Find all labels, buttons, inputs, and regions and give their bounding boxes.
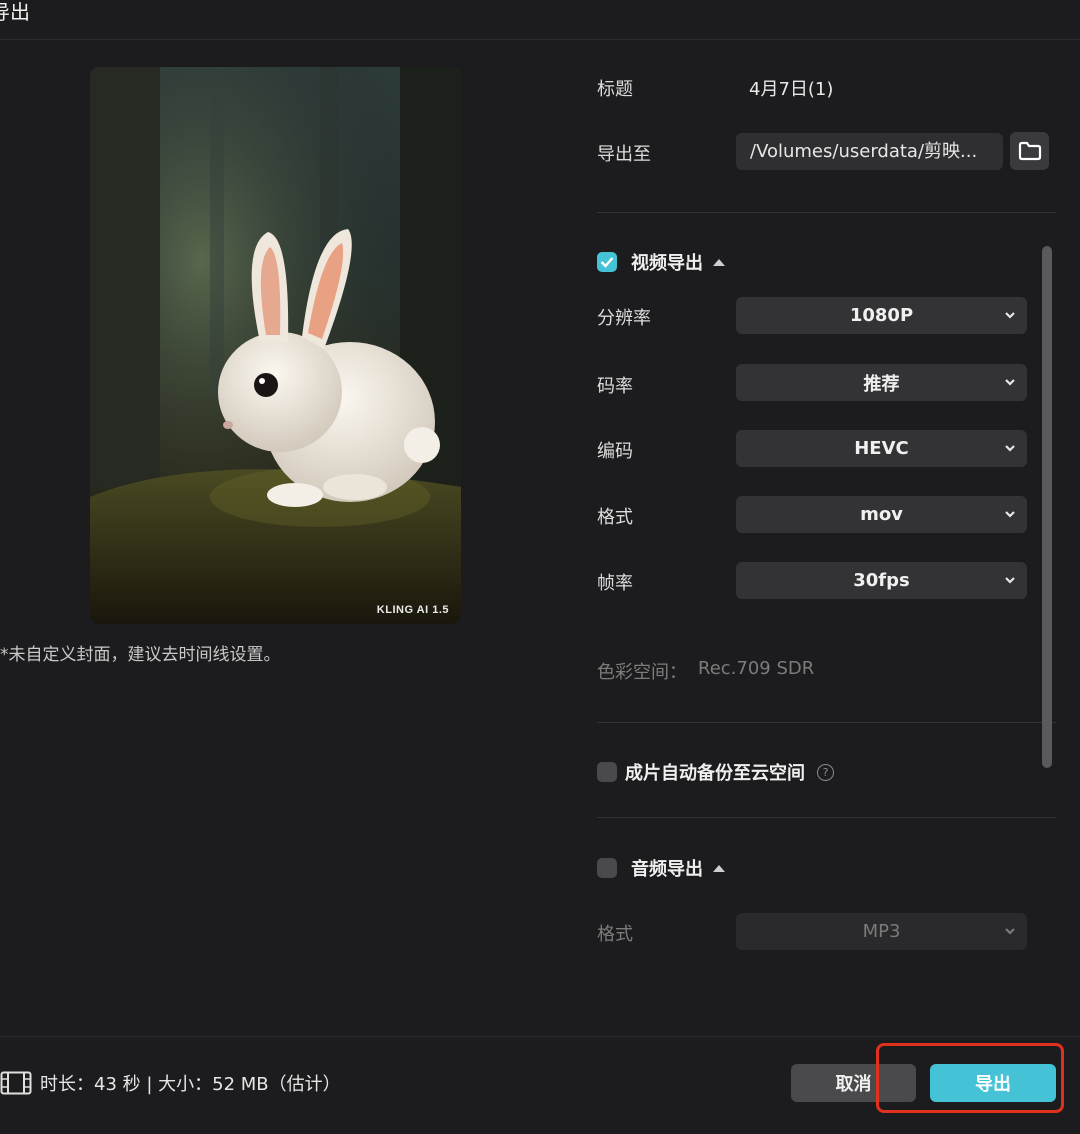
divider	[597, 722, 1056, 723]
audio-export-toggle[interactable]: 音频导出	[597, 855, 725, 881]
export-info: 时长：43 秒 | 大小：52 MB（估计）	[0, 1070, 341, 1096]
video-export-toggle[interactable]: 视频导出	[597, 249, 725, 275]
resolution-select[interactable]: 1080P	[736, 297, 1027, 334]
cloud-backup-toggle[interactable]: 成片自动备份至云空间 ?	[597, 759, 834, 785]
video-export-label: 视频导出	[631, 253, 703, 274]
color-space-value: Rec.709 SDR	[698, 658, 815, 679]
folder-icon	[1018, 141, 1041, 161]
chevron-down-icon	[1005, 928, 1015, 935]
title-bar: 导出	[0, 0, 1080, 40]
cloud-backup-checkbox[interactable]	[597, 762, 617, 782]
audio-export-label: 音频导出	[631, 859, 703, 880]
framerate-label: 帧率	[597, 573, 633, 594]
audio-format-label: 格式	[597, 924, 633, 945]
audio-format-value: MP3	[862, 921, 901, 942]
help-icon[interactable]: ?	[817, 763, 834, 781]
collapse-caret-icon[interactable]	[713, 258, 725, 266]
check-icon	[600, 257, 614, 268]
export-dialog: 导出	[0, 0, 1080, 1134]
film-icon	[0, 1071, 32, 1095]
audio-export-checkbox[interactable]	[597, 858, 617, 878]
video-export-checkbox[interactable]	[597, 252, 617, 272]
collapse-caret-icon[interactable]	[713, 864, 725, 872]
format-select[interactable]: mov	[736, 496, 1027, 533]
chevron-down-icon	[1005, 445, 1015, 452]
bitrate-select[interactable]: 推荐	[736, 364, 1027, 401]
format-value: mov	[860, 504, 903, 525]
cover-note: *未自定义封面，建议去时间线设置。	[0, 645, 281, 665]
bitrate-label: 码率	[597, 376, 633, 397]
codec-select[interactable]: HEVC	[736, 430, 1027, 467]
framerate-select[interactable]: 30fps	[736, 562, 1027, 599]
kling-watermark: KLING AI 1.5	[376, 604, 449, 616]
format-label: 格式	[597, 507, 633, 528]
framerate-value: 30fps	[853, 570, 910, 591]
audio-format-select[interactable]: MP3	[736, 913, 1027, 950]
resolution-value: 1080P	[849, 305, 914, 326]
title-label: 标题	[597, 79, 633, 100]
bitrate-value: 推荐	[863, 373, 900, 395]
title-value[interactable]: 4月7日(1)	[749, 75, 833, 101]
highlight-annotation	[876, 1043, 1064, 1113]
divider	[597, 817, 1056, 818]
video-preview: KLING AI 1.5	[90, 67, 461, 624]
browse-folder-button[interactable]	[1010, 132, 1049, 170]
export-to-label: 导出至	[597, 144, 651, 165]
codec-value: HEVC	[854, 438, 909, 459]
resolution-label: 分辨率	[597, 308, 651, 329]
divider	[597, 212, 1056, 213]
preview-image	[90, 67, 461, 624]
chevron-down-icon	[1005, 312, 1015, 319]
scrollbar[interactable]	[1042, 246, 1052, 768]
export-path-field[interactable]: /Volumes/userdata/剪映...	[736, 133, 1003, 170]
dialog-title: 导出	[0, 0, 30, 24]
chevron-down-icon	[1005, 379, 1015, 386]
chevron-down-icon	[1005, 577, 1015, 584]
cloud-backup-label: 成片自动备份至云空间	[625, 763, 805, 784]
chevron-down-icon	[1005, 511, 1015, 518]
color-space-label: 色彩空间：	[597, 662, 687, 683]
codec-label: 编码	[597, 441, 633, 462]
duration-size-text: 时长：43 秒 | 大小：52 MB（估计）	[40, 1074, 341, 1095]
